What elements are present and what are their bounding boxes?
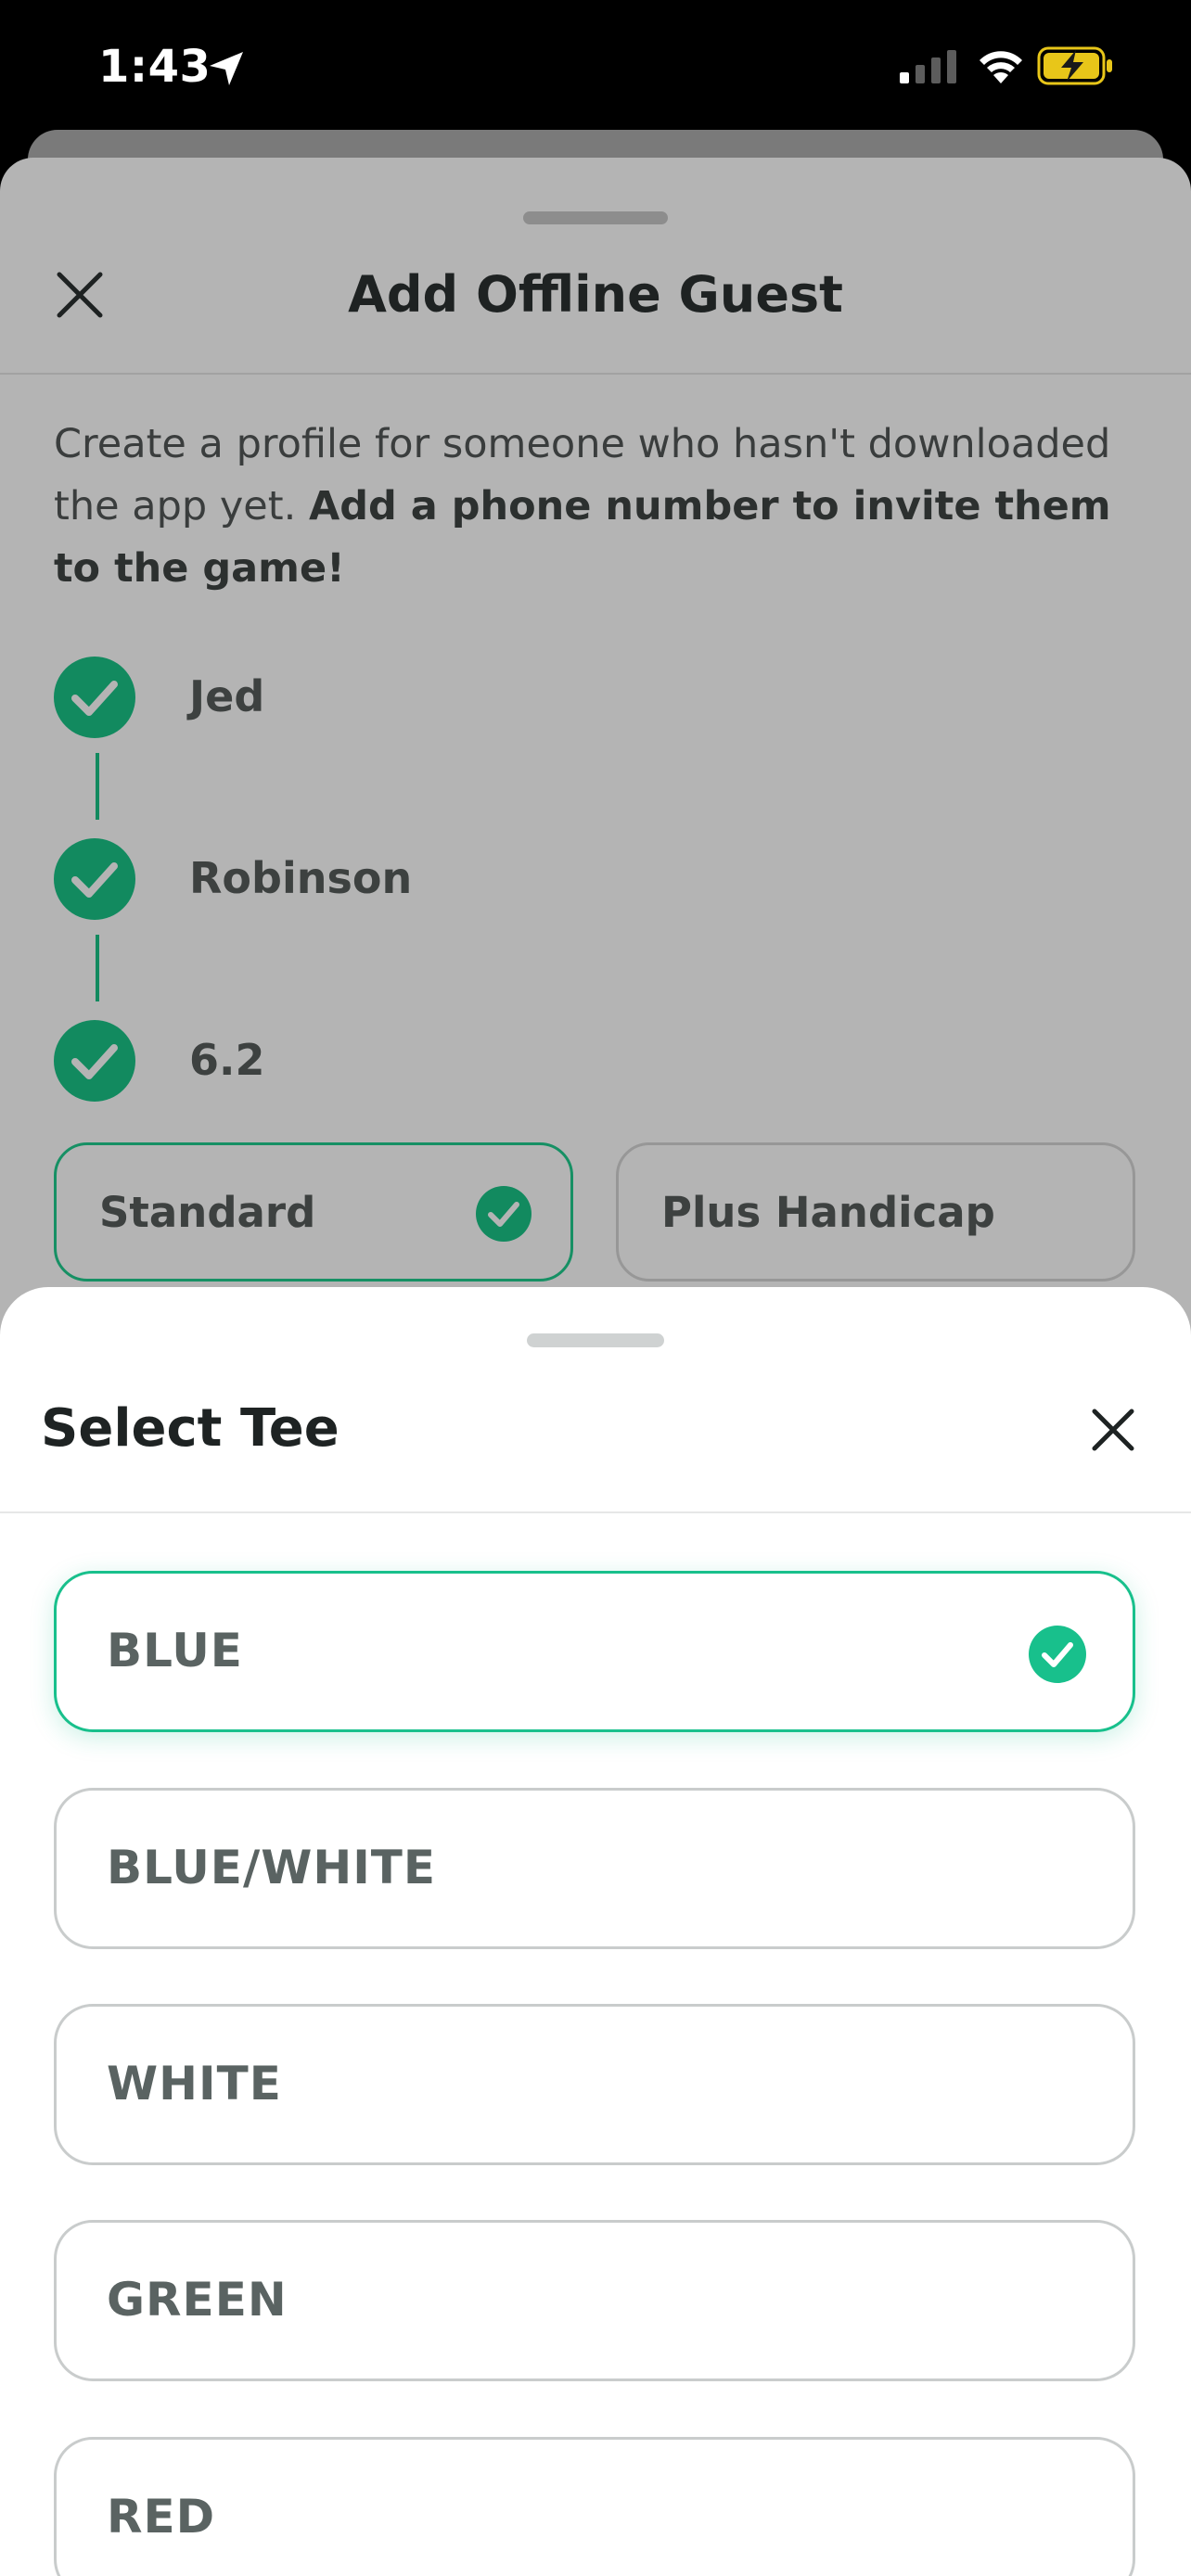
select-tee-sheet: Select Tee BLUE BLUE/WHITE WHITE GREEN R…	[0, 1287, 1191, 2576]
step-handicap[interactable]: 6.2	[54, 1020, 703, 1102]
plus-handicap-option[interactable]: Plus Handicap	[616, 1142, 1135, 1282]
close-icon[interactable]	[1091, 1408, 1135, 1452]
header-divider	[0, 373, 1191, 375]
tee-label: WHITE	[107, 2057, 282, 2111]
tee-option-blue-white[interactable]: BLUE/WHITE	[54, 1788, 1135, 1949]
standard-handicap-option[interactable]: Standard	[54, 1142, 573, 1282]
check-circle-icon	[1029, 1626, 1086, 1683]
step-first-name[interactable]: Jed	[54, 657, 703, 738]
step-connector	[96, 753, 99, 820]
step-label: 6.2	[189, 1035, 265, 1085]
step-connector	[96, 935, 99, 1001]
sheet-grabber[interactable]	[523, 211, 668, 224]
tee-option-red[interactable]: RED	[54, 2437, 1135, 2576]
wifi-icon	[980, 51, 1022, 83]
sheet-grabber[interactable]	[527, 1333, 664, 1347]
sheet-divider	[0, 1511, 1191, 1513]
check-circle-icon	[54, 838, 135, 920]
option-label: Standard	[99, 1188, 316, 1237]
tee-label: GREEN	[107, 2273, 288, 2327]
tee-option-white[interactable]: WHITE	[54, 2004, 1135, 2165]
tee-label: BLUE	[107, 1624, 243, 1677]
step-label: Robinson	[189, 853, 413, 903]
sheet-title: Select Tee	[41, 1398, 339, 1459]
cellular-signal-icon	[900, 50, 956, 83]
tee-label: BLUE/WHITE	[107, 1841, 437, 1894]
description-text: Create a profile for someone who hasn't …	[54, 414, 1139, 600]
option-label: Plus Handicap	[661, 1188, 995, 1237]
battery-charging-icon	[1037, 46, 1112, 85]
tee-option-blue[interactable]: BLUE	[54, 1571, 1135, 1732]
status-time: 1:43	[98, 41, 211, 93]
status-bar: 1:43	[0, 0, 1191, 132]
check-circle-icon	[54, 1020, 135, 1102]
step-last-name[interactable]: Robinson	[54, 838, 703, 920]
check-circle-icon	[54, 657, 135, 738]
step-label: Jed	[189, 671, 265, 721]
check-circle-icon	[476, 1186, 531, 1242]
location-arrow-icon	[210, 52, 243, 85]
tee-label: RED	[107, 2490, 216, 2544]
page-title: Add Offline Guest	[348, 265, 843, 324]
tee-option-green[interactable]: GREEN	[54, 2220, 1135, 2381]
